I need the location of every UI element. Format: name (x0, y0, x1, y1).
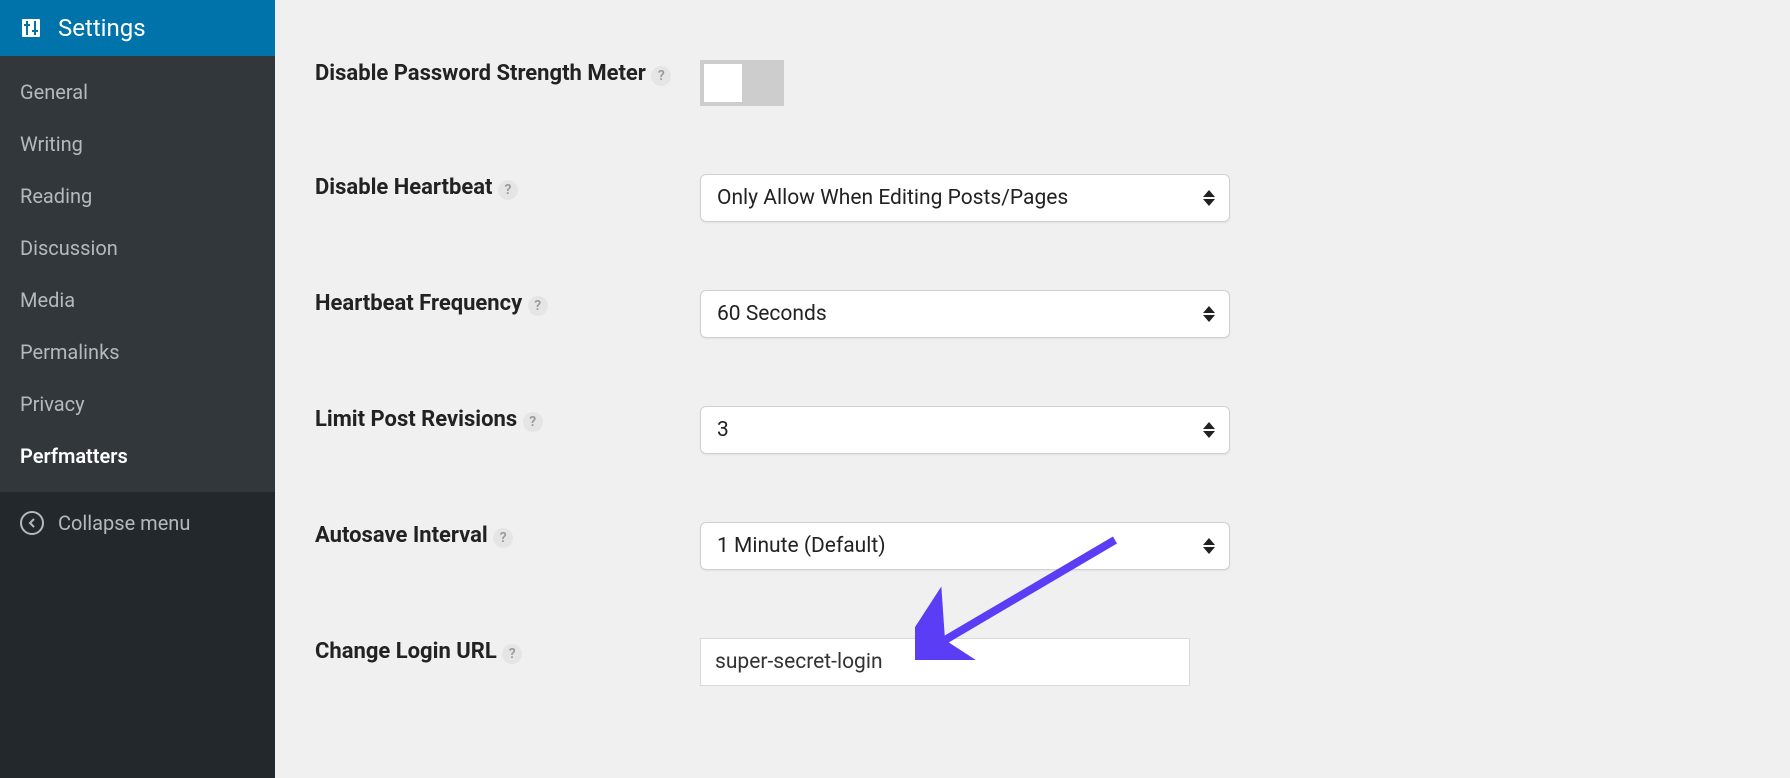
control-disable-password-strength (700, 60, 784, 106)
select-disable-heartbeat[interactable]: Only Allow When Editing Posts/Pages (700, 174, 1230, 222)
select-autosave-interval[interactable]: 1 Minute (Default) (700, 522, 1230, 570)
sidebar-item-perfmatters[interactable]: Perfmatters (0, 430, 275, 482)
settings-form: Disable Password Strength Meter ? Disabl… (275, 0, 1790, 778)
row-disable-password-strength: Disable Password Strength Meter ? (315, 0, 1750, 140)
label-disable-password-strength: Disable Password Strength Meter ? (315, 60, 700, 89)
toggle-handle (704, 64, 742, 102)
row-autosave-interval: Autosave Interval ? 1 Minute (Default) (315, 488, 1750, 604)
row-disable-heartbeat: Disable Heartbeat ? Only Allow When Edit… (315, 140, 1750, 256)
select-arrows-icon (1203, 190, 1215, 206)
control-limit-post-revisions: 3 (700, 406, 1230, 454)
control-heartbeat-frequency: 60 Seconds (700, 290, 1230, 338)
select-arrows-icon (1203, 306, 1215, 322)
control-autosave-interval: 1 Minute (Default) (700, 522, 1230, 570)
row-heartbeat-frequency: Heartbeat Frequency ? 60 Seconds (315, 256, 1750, 372)
sidebar-item-media[interactable]: Media (0, 274, 275, 326)
select-arrows-icon (1203, 422, 1215, 438)
sidebar-item-permalinks[interactable]: Permalinks (0, 326, 275, 378)
settings-icon (18, 15, 44, 41)
help-icon[interactable]: ? (651, 66, 671, 86)
sidebar-item-privacy[interactable]: Privacy (0, 378, 275, 430)
control-change-login-url (700, 638, 1190, 686)
toggle-disable-password-strength[interactable] (700, 60, 784, 106)
label-autosave-interval: Autosave Interval ? (315, 522, 700, 551)
collapse-icon (20, 511, 44, 535)
label-limit-post-revisions: Limit Post Revisions ? (315, 406, 700, 435)
control-disable-heartbeat: Only Allow When Editing Posts/Pages (700, 174, 1230, 222)
row-limit-post-revisions: Limit Post Revisions ? 3 (315, 372, 1750, 488)
help-icon[interactable]: ? (493, 528, 513, 548)
row-change-login-url: Change Login URL ? (315, 604, 1750, 720)
collapse-menu-label: Collapse menu (58, 511, 190, 535)
sidebar-submenu: General Writing Reading Discussion Media… (0, 56, 275, 492)
sidebar-title: Settings (58, 14, 146, 42)
sidebar-item-discussion[interactable]: Discussion (0, 222, 275, 274)
help-icon[interactable]: ? (528, 296, 548, 316)
help-icon[interactable]: ? (498, 180, 518, 200)
label-heartbeat-frequency: Heartbeat Frequency ? (315, 290, 700, 319)
help-icon[interactable]: ? (523, 412, 543, 432)
select-heartbeat-frequency[interactable]: 60 Seconds (700, 290, 1230, 338)
sidebar-item-writing[interactable]: Writing (0, 118, 275, 170)
collapse-menu-button[interactable]: Collapse menu (0, 493, 275, 553)
admin-sidebar: Settings General Writing Reading Discuss… (0, 0, 275, 778)
select-arrows-icon (1203, 538, 1215, 554)
input-change-login-url[interactable] (700, 638, 1190, 686)
label-change-login-url: Change Login URL ? (315, 638, 700, 667)
sidebar-section-settings[interactable]: Settings (0, 0, 275, 56)
select-limit-post-revisions[interactable]: 3 (700, 406, 1230, 454)
label-disable-heartbeat: Disable Heartbeat ? (315, 174, 700, 203)
help-icon[interactable]: ? (502, 644, 522, 664)
sidebar-item-general[interactable]: General (0, 66, 275, 118)
sidebar-item-reading[interactable]: Reading (0, 170, 275, 222)
sidebar-spacer (0, 553, 275, 778)
